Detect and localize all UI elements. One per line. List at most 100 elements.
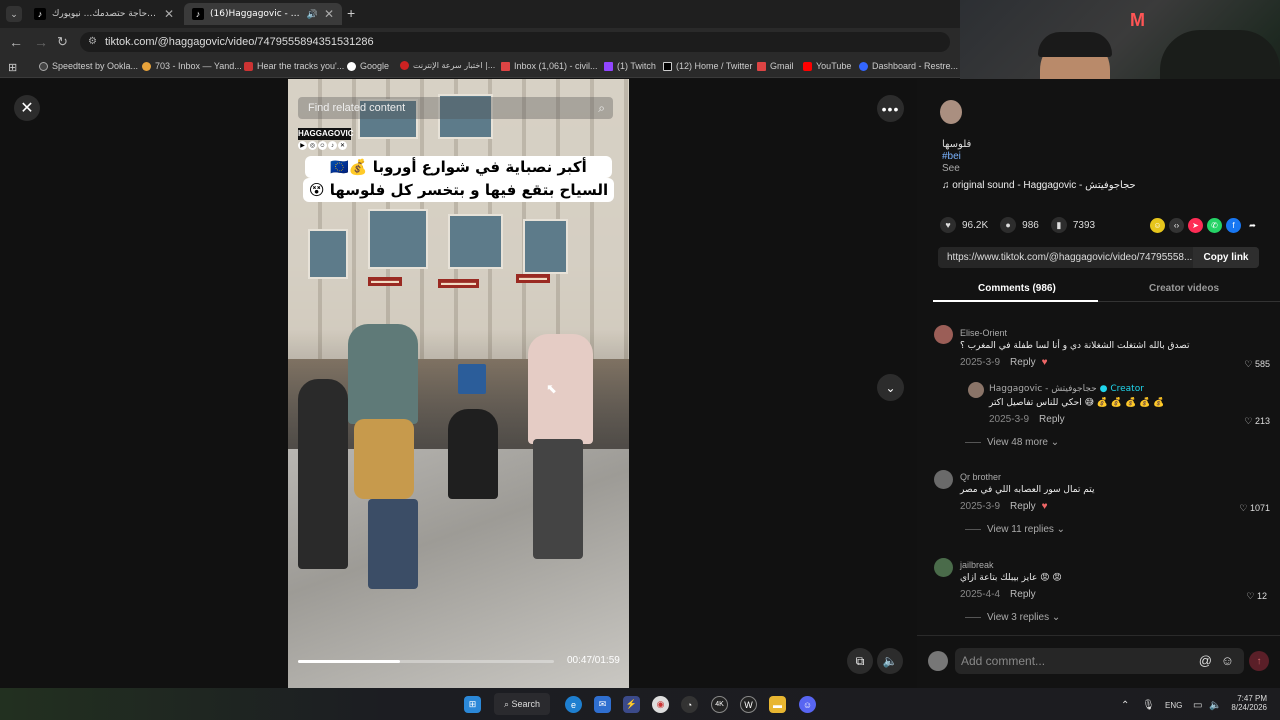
file-explorer-icon[interactable]: ▬ [769, 696, 786, 713]
taskbar-search[interactable]: ⌕ Search [494, 693, 550, 715]
bookmark-google[interactable]: Google [347, 61, 389, 71]
comment-button[interactable]: ● 986 [1000, 217, 1039, 233]
comment-likes[interactable]: ♡ 585 [1230, 359, 1270, 370]
bookmark-twitch[interactable]: (1) Twitch [604, 61, 656, 71]
reply-username[interactable]: Haggagovic - حجاجوفيتش ● Creator [989, 384, 1144, 394]
streamer-logo: M [1130, 10, 1145, 30]
4k-downloader-icon[interactable]: 4K [711, 696, 728, 713]
speaker-icon[interactable]: 🔊 [307, 9, 318, 20]
more-options-button[interactable]: ••• [877, 95, 904, 122]
video-time: 00:47/01:59 [567, 655, 620, 666]
windows-start-icon[interactable]: ⊞ [464, 696, 481, 713]
video-progress-bar[interactable] [298, 660, 554, 663]
reload-icon[interactable]: ↻ [57, 34, 68, 50]
discord-icon[interactable]: ☺ [799, 696, 816, 713]
creator-avatar[interactable] [968, 382, 984, 398]
embed-icon[interactable]: ‹› [1169, 217, 1184, 233]
repost-icon[interactable]: ☺ [1150, 217, 1165, 233]
send-to-friend-icon[interactable]: ➤ [1188, 217, 1203, 233]
chrome-icon[interactable]: ◉ [652, 696, 669, 713]
add-comment-placeholder: Add comment... [961, 654, 1046, 668]
comment-username[interactable]: jailbreak [960, 560, 994, 570]
video-player[interactable]: ▬▬▬▬ ▬▬▬▬▬ ▬▬▬▬ Find related content ⌕ H… [288, 79, 629, 688]
bookmark-restream[interactable]: Dashboard - Restre... [859, 61, 958, 71]
like-button[interactable]: ♥ 96.2K [940, 217, 988, 233]
comment-likes[interactable]: ♡ 12 [1227, 591, 1267, 602]
tab-2-close-icon[interactable]: ✕ [318, 7, 334, 21]
whatsapp-icon[interactable]: ✆ [1207, 217, 1222, 233]
bookmark-tracks[interactable]: Hear the tracks you'... [244, 61, 344, 71]
edge-icon[interactable]: e [565, 696, 582, 713]
avatar[interactable] [934, 470, 953, 489]
reply-button[interactable]: Reply [1039, 414, 1065, 425]
tab-list-chevron-icon[interactable]: ⌄ [6, 6, 22, 22]
tab-comments[interactable]: Comments (986) [978, 283, 1056, 294]
site-info-icon[interactable]: ⚙ [88, 32, 97, 52]
picture-in-picture-button[interactable]: ⧉ [847, 648, 873, 674]
reply-button[interactable]: Reply [1010, 357, 1036, 368]
network-icon[interactable]: ▭ [1193, 700, 1202, 711]
comment-username[interactable]: Qr brother [960, 472, 1001, 482]
bookmark-inbox[interactable]: Inbox (1,061) - civil... [501, 61, 598, 71]
clock[interactable]: 7:47 PM 8/24/2026 [1231, 694, 1267, 712]
avatar[interactable] [934, 558, 953, 577]
reply-likes[interactable]: ♡ 213 [1230, 416, 1270, 427]
tab-1-close-icon[interactable]: ✕ [158, 7, 174, 21]
view-replies[interactable]: View 11 replies ⌄ [965, 524, 1065, 535]
arrow-up-icon: ↑ [1256, 655, 1262, 667]
bookmark-twitter[interactable]: (12) Home / Twitter [663, 61, 752, 71]
volume-tray-icon[interactable]: 🔈 [1209, 700, 1221, 711]
mention-icon[interactable]: @ [1199, 648, 1212, 674]
url-field[interactable]: ⚙ tiktok.com/@haggagovic/video/747955589… [80, 32, 950, 52]
bookmark-yandex-inbox[interactable]: 703 - Inbox — Yand... [142, 61, 242, 71]
mail-app-icon[interactable]: ✉ [594, 696, 611, 713]
tab-1[interactable]: ♪ أكثر حاجة حتصدمك... نيويورك ... ✕ [26, 3, 182, 25]
chevron-down-icon: ⌄ [1050, 437, 1060, 448]
microphone-icon[interactable]: 🎙 [1142, 700, 1155, 711]
find-related-search[interactable]: Find related content ⌕ [298, 97, 613, 119]
building-window [368, 209, 428, 269]
app-icon[interactable]: W [740, 696, 757, 713]
bookmark-speed-test-ar[interactable]: اختبار سرعة الإنترنت |... [400, 61, 495, 70]
share-arrow-icon[interactable]: ➦ [1245, 218, 1260, 233]
app-icon[interactable]: ⚡ [623, 696, 640, 713]
tray-overflow-icon[interactable]: ⌃ [1121, 700, 1129, 711]
original-sound-link[interactable]: ♫ original sound - Haggagovic - حجاجوفيت… [942, 180, 1136, 191]
comment-date: 2025-4-4 [960, 589, 1001, 600]
bookmark-gmail[interactable]: Gmail [757, 61, 794, 71]
avatar[interactable] [934, 325, 953, 344]
copy-link-button[interactable]: Copy link [1193, 247, 1259, 268]
volume-button[interactable]: 🔈 [877, 648, 903, 674]
search-icon[interactable]: ⌕ [598, 97, 605, 119]
reply-button[interactable]: Reply [1010, 501, 1036, 512]
new-tab-plus-icon[interactable]: + [347, 5, 355, 21]
save-button[interactable]: ▮ 7393 [1050, 217, 1095, 233]
bookmark-label: Hear the tracks you'... [257, 61, 345, 71]
apps-grid-icon[interactable]: ⊞ [8, 61, 17, 74]
comment-username[interactable]: Elise-Orient [960, 328, 1007, 338]
hashtag-fragment[interactable]: #bei [942, 151, 961, 162]
tab-2-active[interactable]: ♪ (16)Haggagovic - حجاجوفيتش 🔊 ✕ [184, 3, 342, 25]
facebook-icon[interactable]: f [1226, 217, 1241, 233]
creator-avatar[interactable] [940, 100, 962, 124]
emoji-icon[interactable]: ☺ [1221, 648, 1234, 674]
bookmark-speedtest[interactable]: Speedtest by Ookla... [39, 61, 138, 71]
back-arrow-icon[interactable]: ← [9, 34, 23, 50]
next-video-button[interactable]: ⌄ [877, 374, 904, 401]
see-more-fragment[interactable]: See [942, 163, 960, 174]
app-icon[interactable]: ◔ [681, 696, 698, 713]
language-indicator[interactable]: ENG [1165, 701, 1182, 710]
forward-arrow-icon[interactable]: → [34, 34, 48, 50]
reply-button[interactable]: Reply [1010, 589, 1036, 600]
post-comment-button[interactable]: ↑ [1249, 651, 1269, 671]
instagram-icon: ◎ [308, 141, 317, 150]
comment-likes[interactable]: ♡ 1071 [1230, 503, 1270, 514]
view-replies[interactable]: View 3 replies ⌄ [965, 612, 1060, 623]
view-more-replies[interactable]: View 48 more ⌄ [965, 437, 1059, 448]
bookmark-youtube[interactable]: YouTube [803, 61, 851, 71]
close-button[interactable]: ✕ [14, 95, 40, 121]
add-comment-input[interactable]: Add comment... @ ☺ [955, 648, 1244, 674]
tab-creator-videos[interactable]: Creator videos [1149, 283, 1219, 294]
url-text: tiktok.com/@haggagovic/video/74795558943… [105, 36, 374, 48]
chevron-down-icon: ⌄ [885, 380, 896, 395]
